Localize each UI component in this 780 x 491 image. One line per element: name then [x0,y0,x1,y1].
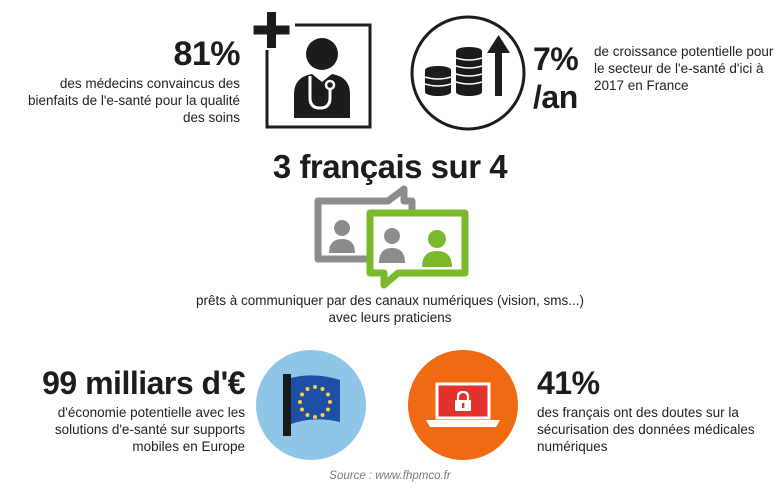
video-chat-icon [314,185,469,289]
communication-stat-value: 3 français sur 4 [272,148,508,185]
growth-stat-description: de croissance potentielle pour le secteu… [594,44,774,93]
security-stat-description: des français ont des doutes sur la sécur… [537,405,755,454]
coins-growth-icon [410,15,526,131]
savings-stat-value: 99 milliars d'€ [42,365,245,401]
communication-stat-description: prêts à communiquer par des canaux numér… [196,293,584,325]
savings-stat-description: d'économie potentielle avec les solution… [54,405,245,454]
growth-stat-value-line2: /an [533,79,578,115]
eu-flag-icon [256,350,366,460]
doctor-plus-icon [253,12,372,129]
security-stat-value: 41% [537,365,600,401]
growth-stat-value-line1: 7% [533,41,579,77]
source-caption: Source : www.fhpmco.fr [329,470,451,482]
doctors-stat-description: des médecins convaincus des bienfaits de… [28,76,240,125]
laptop-lock-icon [408,350,518,460]
doctors-stat-value: 81% [173,35,240,73]
growth-stat-value: 7% /an [533,40,599,116]
